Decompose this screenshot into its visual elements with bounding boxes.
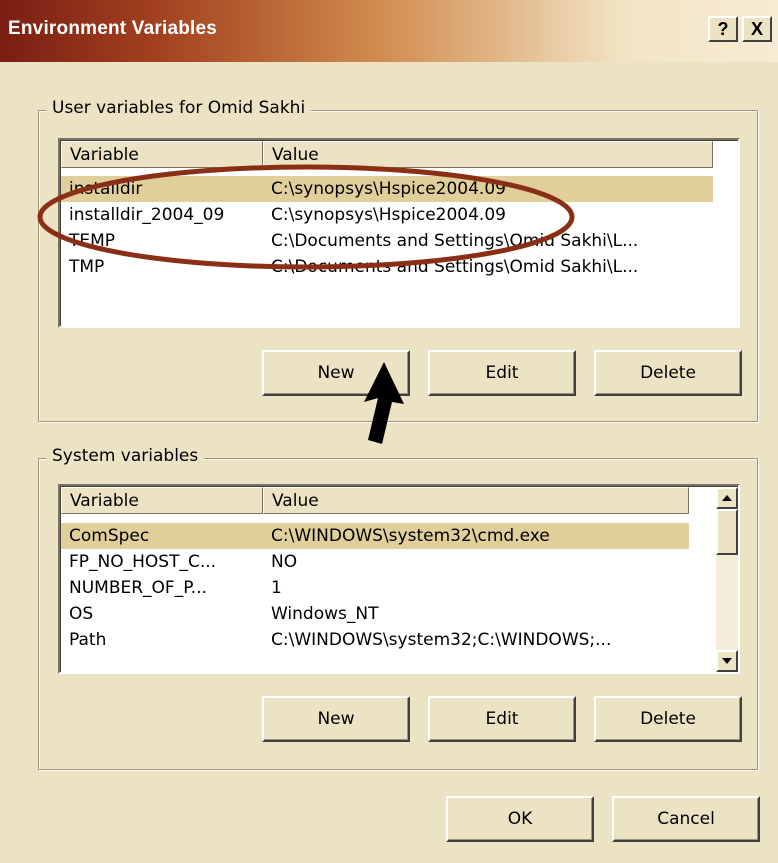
system-variables-list[interactable]: Variable Value ComSpec C:\WINDOWS\system… — [58, 484, 740, 674]
row-value: C:\synopsys\Hspice2004.09 — [271, 179, 506, 199]
row-value: 1 — [271, 578, 282, 598]
row-variable: ComSpec — [69, 526, 150, 546]
system-variables-list-body: Variable Value ComSpec C:\WINDOWS\system… — [60, 486, 738, 672]
row-value: Windows_NT — [271, 604, 379, 624]
user-delete-button[interactable]: Delete — [594, 350, 742, 396]
user-variables-list[interactable]: Variable Value installdir C:\synopsys\Hs… — [58, 138, 740, 328]
help-button[interactable]: ? — [708, 16, 738, 42]
user-edit-button[interactable]: Edit — [428, 350, 576, 396]
scroll-up-arrow-icon — [722, 495, 732, 501]
row-variable: TMP — [69, 257, 105, 277]
system-list-header: Variable Value — [61, 487, 716, 514]
column-header-value[interactable]: Value — [263, 487, 689, 514]
table-row[interactable]: NUMBER_OF_P... 1 — [61, 575, 689, 601]
close-button[interactable]: X — [742, 16, 772, 42]
row-value: C:\Documents and Settings\Omid Sakhi\L..… — [271, 231, 639, 251]
system-new-button[interactable]: New — [262, 696, 410, 742]
row-variable: Path — [69, 630, 107, 650]
environment-variables-dialog: Environment Variables ? X User variables… — [0, 0, 778, 863]
table-row[interactable]: installdir_2004_09 C:\synopsys\Hspice200… — [61, 202, 713, 228]
row-variable: NUMBER_OF_P... — [69, 578, 208, 598]
row-variable: installdir_2004_09 — [69, 205, 225, 225]
window-title: Environment Variables — [8, 18, 218, 39]
row-value: NO — [271, 552, 298, 572]
scroll-down-button[interactable] — [716, 650, 738, 672]
column-header-variable[interactable]: Variable — [61, 141, 263, 168]
user-variables-list-body: Variable Value installdir C:\synopsys\Hs… — [60, 140, 738, 326]
cancel-button[interactable]: Cancel — [612, 796, 760, 842]
row-value: C:\synopsys\Hspice2004.09 — [271, 205, 506, 225]
row-variable: TEMP — [69, 231, 116, 251]
scroll-up-button[interactable] — [716, 487, 738, 509]
close-icon: X — [750, 18, 763, 39]
table-row[interactable]: Path C:\WINDOWS\system32;C:\WINDOWS;... — [61, 627, 689, 653]
row-value: C:\Documents and Settings\Omid Sakhi\L..… — [271, 257, 639, 277]
row-variable: installdir — [69, 179, 143, 199]
table-row[interactable]: installdir C:\synopsys\Hspice2004.09 — [61, 176, 713, 202]
table-row[interactable]: TEMP C:\Documents and Settings\Omid Sakh… — [61, 228, 713, 254]
system-list-scrollbar[interactable] — [716, 487, 738, 672]
system-delete-button[interactable]: Delete — [594, 696, 742, 742]
user-list-header: Variable Value — [61, 141, 713, 168]
column-header-variable[interactable]: Variable — [61, 487, 263, 514]
row-variable: OS — [69, 604, 94, 624]
user-variables-label: User variables for Omid Sakhi — [46, 98, 312, 118]
system-variables-label: System variables — [46, 446, 205, 466]
table-row[interactable]: TMP C:\Documents and Settings\Omid Sakhi… — [61, 254, 713, 280]
help-icon: ? — [717, 18, 729, 39]
user-new-button[interactable]: New — [262, 350, 410, 396]
system-edit-button[interactable]: Edit — [428, 696, 576, 742]
row-variable: FP_NO_HOST_C... — [69, 552, 217, 572]
scroll-down-arrow-icon — [722, 658, 732, 664]
column-header-value[interactable]: Value — [263, 141, 713, 168]
table-row[interactable]: FP_NO_HOST_C... NO — [61, 549, 689, 575]
table-row[interactable]: OS Windows_NT — [61, 601, 689, 627]
ok-button[interactable]: OK — [446, 796, 594, 842]
title-bar[interactable]: Environment Variables ? X — [0, 0, 778, 62]
scroll-thumb[interactable] — [716, 509, 738, 555]
row-value: C:\WINDOWS\system32\cmd.exe — [271, 526, 550, 546]
row-value: C:\WINDOWS\system32;C:\WINDOWS;... — [271, 630, 612, 650]
table-row[interactable]: ComSpec C:\WINDOWS\system32\cmd.exe — [61, 523, 689, 549]
